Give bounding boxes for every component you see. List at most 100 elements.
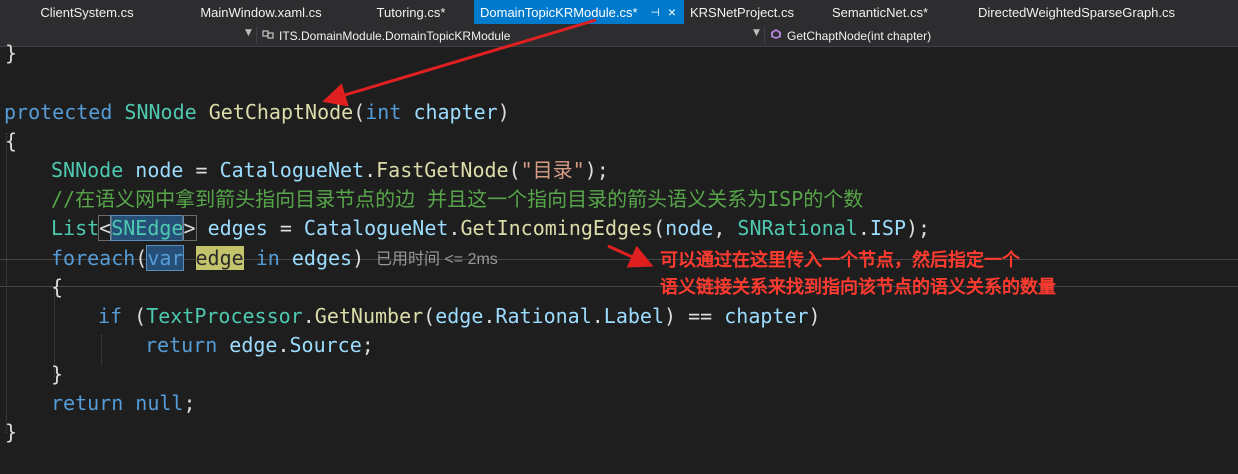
code-line-3: SNNode node = CatalogueNet.FastGetNode("… bbox=[51, 156, 609, 185]
code-editor[interactable]: } protected SNNode GetChaptNode(int chap… bbox=[0, 41, 1238, 474]
code-line-1: protected SNNode GetChaptNode(int chapte… bbox=[4, 98, 510, 127]
chevron-down-icon[interactable]: ▼ bbox=[753, 28, 760, 38]
class-icon bbox=[262, 28, 274, 43]
code-token: = bbox=[183, 158, 220, 182]
code-token: return bbox=[145, 333, 218, 357]
code-token: < bbox=[98, 215, 113, 241]
tab-label: Tutoring.cs* bbox=[376, 4, 446, 20]
code-token: , bbox=[713, 216, 738, 240]
code-token: edge bbox=[435, 304, 484, 328]
code-token: > bbox=[182, 215, 197, 241]
code-token: ) == bbox=[664, 304, 725, 328]
code-token: SNNode bbox=[51, 158, 124, 182]
code-token: } bbox=[51, 362, 64, 386]
perf-tip[interactable]: 已用时间 <= 2ms bbox=[376, 249, 498, 271]
code-token: ( bbox=[122, 304, 147, 328]
code-token: FastGetNode bbox=[376, 158, 509, 182]
code-line-8: if (TextProcessor.GetNumber(edge.Rationa… bbox=[98, 302, 821, 331]
code-token: if bbox=[98, 304, 123, 328]
tab-krsnetproject[interactable]: KRSNetProject.cs bbox=[684, 0, 798, 24]
code-comment: //在语义网中拿到箭头指向目录节点的边 并且这一个指向目录的箭头语义关系为ISP… bbox=[51, 187, 864, 211]
code-token: in bbox=[255, 246, 280, 270]
code-token: . bbox=[483, 304, 496, 328]
code-token: CatalogueNet bbox=[219, 158, 365, 182]
code-token: CatalogueNet bbox=[303, 216, 449, 240]
member-dropdown-label: GetChaptNode(int chapter) bbox=[787, 28, 932, 43]
code-token: } bbox=[5, 420, 18, 444]
tab-tutoring[interactable]: Tutoring.cs* bbox=[348, 0, 474, 24]
code-token: return bbox=[51, 391, 124, 415]
tab-clientsystem[interactable]: ClientSystem.cs bbox=[0, 0, 174, 24]
code-token: ); bbox=[584, 158, 609, 182]
code-token: null bbox=[135, 391, 184, 415]
document-tab-strip: ClientSystem.cs MainWindow.xaml.cs Tutor… bbox=[0, 0, 1238, 26]
annotation-line: 语义链接关系来找到指向该节点的语义关系的数量 bbox=[660, 277, 1056, 298]
code-token: ( bbox=[353, 100, 366, 124]
indent-guide bbox=[6, 133, 7, 433]
code-token: int bbox=[365, 100, 402, 124]
code-token: edge bbox=[229, 333, 278, 357]
code-token: GetIncomingEdges bbox=[460, 216, 654, 240]
divider bbox=[764, 27, 765, 44]
code-token: Rational bbox=[495, 304, 592, 328]
tab-label: DomainTopicKRModule.cs* bbox=[480, 4, 638, 20]
code-token: ( bbox=[135, 246, 148, 270]
code-token: ); bbox=[906, 216, 931, 240]
code-token: GetChaptNode bbox=[208, 100, 354, 124]
tab-label: MainWindow.xaml.cs bbox=[200, 4, 322, 20]
code-token: node bbox=[665, 216, 714, 240]
code-token: foreach bbox=[51, 246, 136, 270]
code-token: . bbox=[591, 304, 604, 328]
tab-semanticnet[interactable]: SemanticNet.cs* bbox=[798, 0, 962, 24]
divider bbox=[256, 27, 257, 44]
code-token: { bbox=[5, 129, 18, 153]
code-token: Label bbox=[603, 304, 665, 328]
tab-domaintopickrmodule[interactable]: DomainTopicKRModule.cs* ⊣ × bbox=[474, 0, 684, 24]
member-dropdown[interactable]: GetChaptNode(int chapter) bbox=[770, 25, 1230, 46]
code-token: ) bbox=[808, 304, 821, 328]
code-token: "目录" bbox=[520, 158, 585, 182]
code-token: Source bbox=[289, 333, 362, 357]
code-token: var bbox=[146, 245, 185, 271]
code-token: ) bbox=[497, 100, 510, 124]
tab-label: SemanticNet.cs* bbox=[831, 4, 929, 20]
code-token: edges bbox=[207, 216, 268, 240]
code-token: ; bbox=[361, 333, 374, 357]
code-line-2: { bbox=[5, 127, 17, 156]
code-line-7: { bbox=[51, 273, 63, 302]
code-token: node bbox=[135, 158, 184, 182]
tab-label: DirectedWeightedSparseGraph.cs bbox=[978, 4, 1176, 20]
code-token: edge bbox=[195, 246, 244, 270]
code-token: . bbox=[277, 333, 290, 357]
code-line-12: } bbox=[5, 418, 17, 447]
tab-mainwindow-xaml[interactable]: MainWindow.xaml.cs bbox=[174, 0, 348, 24]
code-token: chapter bbox=[724, 304, 809, 328]
code-token: . bbox=[364, 158, 377, 182]
code-line-10: } bbox=[51, 360, 63, 389]
method-icon bbox=[770, 28, 782, 43]
code-token: = bbox=[267, 216, 304, 240]
pin-icon[interactable]: ⊣ bbox=[650, 6, 660, 19]
code-line-6: foreach(var edge in edges) bbox=[51, 244, 364, 273]
code-token: SNRational bbox=[737, 216, 858, 240]
navigation-bar: ▼ ITS.DomainModule.DomainTopicKRModule ▼… bbox=[0, 25, 1238, 47]
tab-label: ClientSystem.cs bbox=[40, 4, 134, 20]
code-token: . bbox=[857, 216, 870, 240]
code-line-4: //在语义网中拿到箭头指向目录节点的边 并且这一个指向目录的箭头语义关系为ISP… bbox=[51, 185, 863, 214]
chevron-down-icon[interactable]: ▼ bbox=[245, 28, 252, 38]
code-token: ( bbox=[508, 158, 521, 182]
annotation-line: 可以通过在这里传入一个节点，然后指定一个 bbox=[660, 250, 1020, 271]
code-token: List bbox=[51, 216, 100, 240]
code-line-0: } bbox=[5, 39, 17, 68]
code-token: ) bbox=[352, 246, 365, 270]
close-icon[interactable]: × bbox=[668, 4, 676, 20]
code-token: SNNode bbox=[124, 100, 197, 124]
code-line-9: return edge.Source; bbox=[145, 331, 374, 360]
code-token: { bbox=[51, 275, 64, 299]
code-token: ISP bbox=[869, 216, 907, 240]
type-dropdown[interactable]: ITS.DomainModule.DomainTopicKRModule bbox=[262, 25, 752, 46]
code-token: . bbox=[448, 216, 461, 240]
tab-directedweightedsparsegraph[interactable]: DirectedWeightedSparseGraph.cs bbox=[962, 0, 1238, 24]
annotation-text: 可以通过在这里传入一个节点，然后指定一个 语义链接关系来找到指向该节点的语义关系… bbox=[660, 247, 1056, 301]
tab-label: KRSNetProject.cs bbox=[690, 4, 795, 20]
